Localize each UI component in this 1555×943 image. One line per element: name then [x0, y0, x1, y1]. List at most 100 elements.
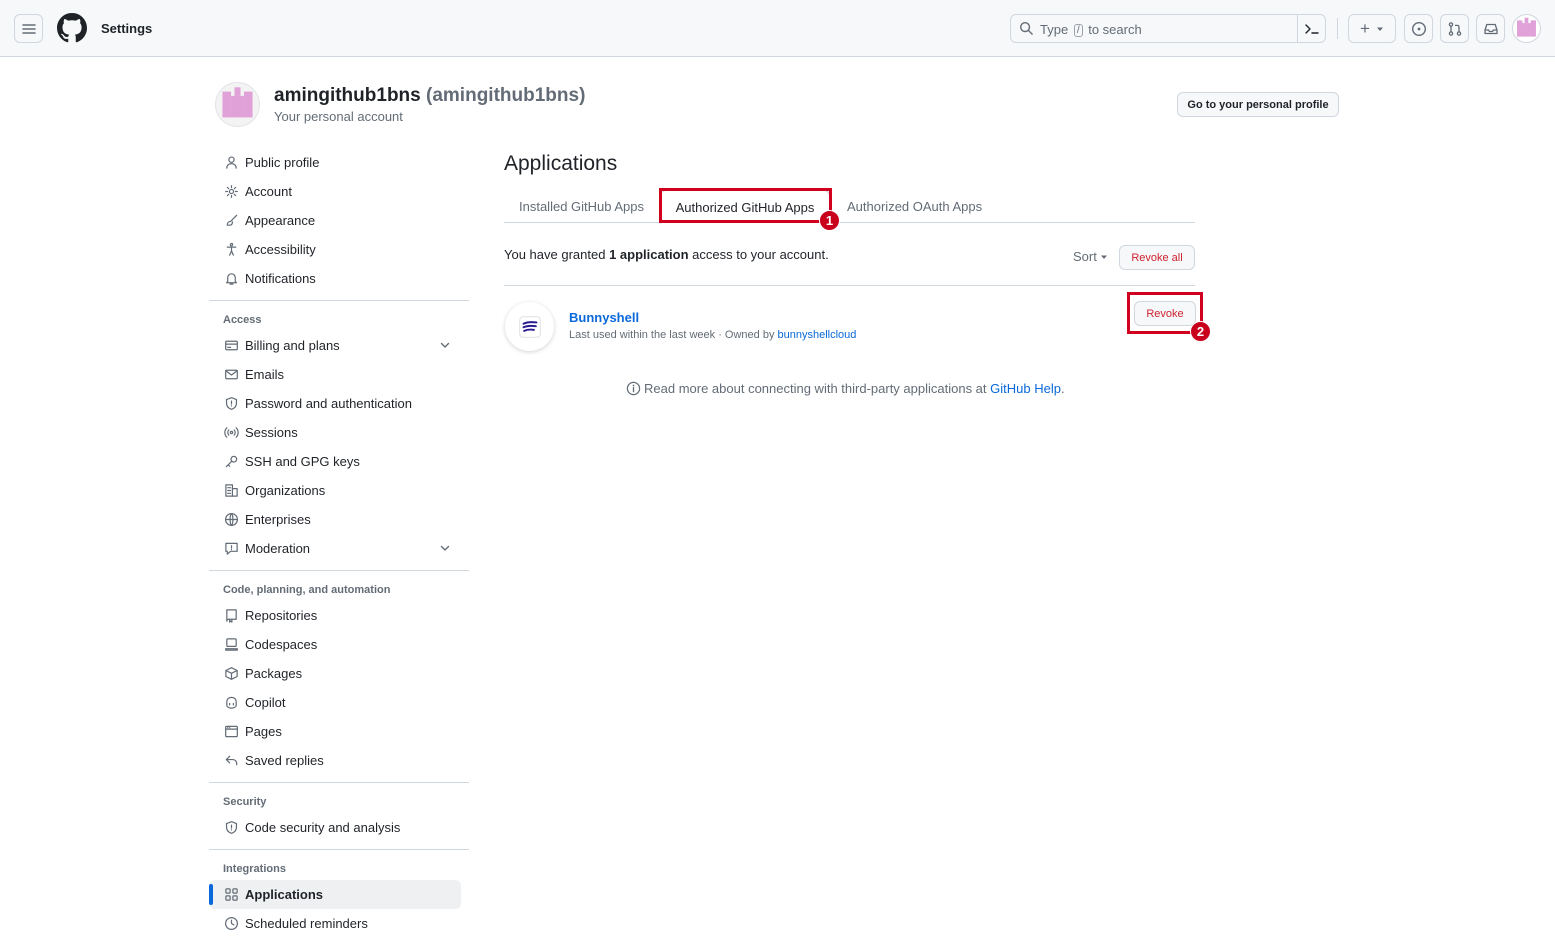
sidebar-item-label: Accessibility	[245, 242, 316, 257]
search-input[interactable]: Type / to search	[1010, 14, 1326, 43]
page-title: Applications	[504, 152, 618, 175]
sidebar-item-label: Code security and analysis	[245, 820, 401, 835]
broadcast-icon	[223, 425, 239, 441]
sidebar-item-public-profile[interactable]: Public profile	[209, 148, 461, 177]
top-header: Settings Type / to search +	[0, 0, 1555, 57]
tab-installed-github-apps[interactable]: Installed GitHub Apps	[519, 190, 644, 223]
tab-authorized-oauth-apps[interactable]: Authorized OAuth Apps	[847, 190, 982, 223]
sidebar-item-label: Notifications	[245, 271, 316, 286]
sidebar-item-password-and-authentication[interactable]: Password and authentication	[209, 389, 461, 418]
person-icon	[223, 155, 239, 171]
revoke-button[interactable]: Revoke	[1134, 301, 1196, 326]
repo-icon	[223, 608, 239, 624]
accessibility-icon	[223, 242, 239, 258]
sidebar-item-label: Billing and plans	[245, 338, 340, 353]
settings-sidebar: Public profile Account Appearance Accessibi…	[209, 148, 469, 938]
bunnyshell-icon	[518, 315, 541, 338]
info-icon	[626, 381, 641, 396]
page-context-title[interactable]: Settings	[101, 21, 152, 36]
github-help-link[interactable]: GitHub Help	[990, 381, 1061, 396]
gear-icon	[223, 184, 239, 200]
sidebar-item-sessions[interactable]: Sessions	[209, 418, 461, 447]
sidebar-item-label: Repositories	[245, 608, 318, 623]
app-owner-link[interactable]: bunnyshellcloud	[778, 329, 857, 341]
credit-card-icon	[223, 338, 239, 354]
user-avatar[interactable]	[1512, 14, 1541, 43]
sort-dropdown[interactable]: Sort	[1073, 249, 1108, 264]
mail-icon	[223, 367, 239, 383]
sidebar-item-code-security-and-analysis[interactable]: Code security and analysis	[209, 813, 461, 842]
command-palette-button[interactable]	[1297, 15, 1326, 42]
shield-icon	[223, 396, 239, 412]
header-divider	[1337, 18, 1338, 39]
sidebar-item-moderation[interactable]: Moderation	[209, 534, 461, 563]
organization-icon	[223, 483, 239, 499]
sidebar-item-notifications[interactable]: Notifications	[209, 264, 461, 293]
sidebar-item-ssh-and-gpg-keys[interactable]: SSH and GPG keys	[209, 447, 461, 476]
create-new-button[interactable]: +	[1348, 14, 1396, 43]
sidebar-item-label: Organizations	[245, 483, 326, 498]
step-badge-1: 1	[819, 210, 840, 231]
sidebar-item-organizations[interactable]: Organizations	[209, 476, 461, 505]
paintbrush-icon	[223, 213, 239, 229]
sidebar-item-label: SSH and GPG keys	[245, 454, 360, 469]
sidebar-heading-code: Code, planning, and automation	[223, 584, 391, 596]
bunnyshell-logo	[505, 302, 554, 351]
sidebar-item-repositories[interactable]: Repositories	[209, 601, 461, 630]
account-name: amingithub1bns (amingithub1bns)	[274, 85, 586, 106]
sidebar-heading-security: Security	[223, 796, 267, 808]
app-name-link[interactable]: Bunnyshell	[569, 310, 639, 325]
sidebar-item-pages[interactable]: Pages	[209, 717, 461, 746]
go-to-profile-button[interactable]: Go to your personal profile	[1177, 92, 1339, 117]
chevron-down-icon	[439, 542, 451, 557]
sidebar-item-copilot[interactable]: Copilot	[209, 688, 461, 717]
granted-summary: You have granted 1 application access to…	[504, 247, 829, 262]
sidebar-item-enterprises[interactable]: Enterprises	[209, 505, 461, 534]
issues-button[interactable]	[1404, 14, 1433, 43]
sidebar-item-account[interactable]: Account	[209, 177, 461, 206]
account-avatar	[215, 82, 260, 127]
sidebar-item-saved-replies[interactable]: Saved replies	[209, 746, 461, 775]
reply-icon	[223, 753, 239, 769]
sidebar-item-accessibility[interactable]: Accessibility	[209, 235, 461, 264]
search-placeholder: Type / to search	[1040, 22, 1142, 37]
shield-icon	[223, 820, 239, 836]
sidebar-item-emails[interactable]: Emails	[209, 360, 461, 389]
account-subtitle: Your personal account	[274, 109, 403, 124]
sidebar-heading-integrations: Integrations	[223, 863, 286, 875]
sidebar-item-codespaces[interactable]: Codespaces	[209, 630, 461, 659]
plus-icon: +	[1360, 18, 1370, 38]
sidebar-item-label: Scheduled reminders	[245, 916, 368, 931]
sidebar-item-label: Moderation	[245, 541, 311, 556]
terminal-icon	[1305, 23, 1319, 34]
sidebar-item-label: Enterprises	[245, 512, 311, 527]
issue-opened-icon	[1411, 21, 1426, 36]
sidebar-item-label: Applications	[245, 887, 324, 902]
tab-authorized-github-apps[interactable]: Authorized GitHub Apps	[660, 190, 830, 224]
git-pull-request-icon	[1448, 21, 1461, 36]
sidebar-item-label: Codespaces	[245, 637, 318, 652]
menu-button[interactable]	[14, 14, 43, 43]
github-logo-icon[interactable]	[57, 13, 87, 43]
inbox-icon	[1483, 23, 1498, 34]
step-badge-2: 2	[1190, 321, 1211, 342]
revoke-all-button[interactable]: Revoke all	[1119, 245, 1195, 270]
sidebar-item-scheduled-reminders[interactable]: Scheduled reminders	[209, 909, 461, 938]
chevron-down-icon	[439, 339, 451, 354]
bell-icon	[223, 271, 239, 287]
sidebar-item-packages[interactable]: Packages	[209, 659, 461, 688]
sidebar-item-label: Emails	[245, 367, 285, 382]
app-meta: Last used within the last week · Owned b…	[569, 329, 857, 341]
sidebar-item-label: Sessions	[245, 425, 298, 440]
sidebar-item-applications[interactable]: Applications	[209, 880, 461, 909]
sidebar-item-appearance[interactable]: Appearance	[209, 206, 461, 235]
help-note: Read more about connecting with third-pa…	[626, 381, 1065, 396]
sidebar-item-label: Packages	[245, 666, 303, 681]
sidebar-item-label: Password and authentication	[245, 396, 412, 411]
sidebar-item-label: Copilot	[245, 695, 286, 710]
pull-requests-button[interactable]	[1440, 14, 1469, 43]
caret-down-icon	[1376, 27, 1383, 31]
sidebar-item-billing-and-plans[interactable]: Billing and plans	[209, 331, 461, 360]
identicon-icon	[222, 87, 253, 118]
inbox-button[interactable]	[1476, 14, 1505, 43]
